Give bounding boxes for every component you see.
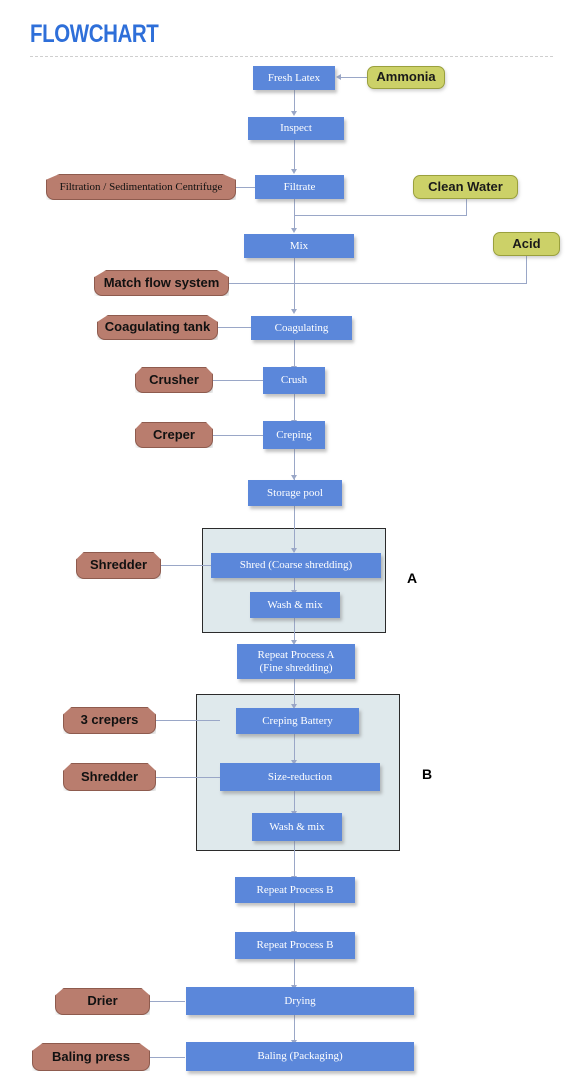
node-size-reduction[interactable]: Size-reduction bbox=[220, 763, 380, 791]
title-divider bbox=[30, 56, 553, 57]
connector-fresh-latex-to-inspect bbox=[294, 90, 295, 112]
node-repeat-process-b-2[interactable]: Repeat Process B bbox=[235, 932, 355, 959]
node-clean-water[interactable]: Clean Water bbox=[413, 175, 518, 199]
connector-drier-to-drying bbox=[150, 1001, 185, 1002]
connector-creping-battery-to-size-reduction bbox=[294, 733, 295, 762]
connector-filtrate-to-mix bbox=[294, 198, 295, 229]
connector-creper-to-creping bbox=[213, 435, 264, 436]
node-creping-battery[interactable]: Creping Battery bbox=[236, 708, 359, 734]
node-creper[interactable]: Creper bbox=[135, 422, 213, 448]
connector-acid-run bbox=[294, 283, 527, 284]
node-baling-packaging[interactable]: Baling (Packaging) bbox=[186, 1042, 414, 1071]
node-baling-press[interactable]: Baling press bbox=[32, 1043, 150, 1071]
node-creping[interactable]: Creping bbox=[263, 421, 325, 449]
arrowhead-ammonia bbox=[336, 74, 341, 80]
connector-shredder-b-to-size-reduction bbox=[156, 777, 220, 778]
node-filtration-sedimentation-centrifuge[interactable]: Filtration / Sedimentation Centrifuge bbox=[46, 174, 236, 200]
node-shred-coarse[interactable]: Shred (Coarse shredding) bbox=[211, 553, 381, 578]
node-crush[interactable]: Crush bbox=[263, 367, 325, 394]
node-drier[interactable]: Drier bbox=[55, 988, 150, 1015]
node-repeat-process-b-1[interactable]: Repeat Process B bbox=[235, 877, 355, 903]
connector-baling-press-to-baling bbox=[150, 1057, 185, 1058]
node-repeat-process-a-line1: Repeat Process A bbox=[257, 648, 335, 661]
node-filtrate[interactable]: Filtrate bbox=[255, 175, 344, 199]
node-drying[interactable]: Drying bbox=[186, 987, 414, 1015]
arrowhead-mix bbox=[291, 228, 297, 233]
connector-wash-b-to-repeat-b1 bbox=[294, 840, 295, 878]
node-crusher[interactable]: Crusher bbox=[135, 367, 213, 393]
connector-repeat-b1-to-repeat-b2 bbox=[294, 902, 295, 932]
connector-size-reduction-to-wash-b bbox=[294, 790, 295, 813]
node-coagulating-tank[interactable]: Coagulating tank bbox=[97, 315, 218, 340]
connector-wash-a-to-repeat-a bbox=[294, 618, 295, 642]
node-storage-pool[interactable]: Storage pool bbox=[248, 480, 342, 506]
arrowhead-filtrate bbox=[291, 169, 297, 174]
connector-acid-drop bbox=[526, 255, 527, 283]
node-shredder-b[interactable]: Shredder bbox=[63, 763, 156, 791]
arrowhead-inspect bbox=[291, 111, 297, 116]
connector-clean-water-run bbox=[294, 215, 467, 216]
node-match-flow-system[interactable]: Match flow system bbox=[94, 270, 229, 296]
flowchart-canvas: FLOWCHART A B Fresh Latex Inspect Filtra… bbox=[0, 0, 583, 1091]
node-repeat-process-a-line2: (Fine shredding) bbox=[259, 661, 333, 674]
node-mix[interactable]: Mix bbox=[244, 234, 354, 258]
connector-inspect-to-filtrate bbox=[294, 139, 295, 170]
node-inspect[interactable]: Inspect bbox=[248, 117, 344, 140]
node-repeat-process-a[interactable]: Repeat Process A (Fine shredding) bbox=[237, 644, 355, 679]
node-ammonia[interactable]: Ammonia bbox=[367, 66, 445, 89]
connector-coagulating-to-crush bbox=[294, 340, 295, 367]
node-acid[interactable]: Acid bbox=[493, 232, 560, 256]
node-wash-and-mix-a[interactable]: Wash & mix bbox=[250, 592, 340, 618]
connector-3crepers-to-creping-battery bbox=[156, 720, 220, 721]
group-label-b: B bbox=[422, 766, 433, 782]
connector-repeat-a-to-creping-battery bbox=[294, 678, 295, 707]
connector-crush-to-creping bbox=[294, 393, 295, 421]
connector-match-flow-to-main bbox=[229, 283, 295, 284]
connector-shredder-a-to-shred bbox=[161, 565, 211, 566]
node-wash-and-mix-b[interactable]: Wash & mix bbox=[252, 813, 342, 841]
connector-drying-to-baling bbox=[294, 1014, 295, 1042]
page-title: FLOWCHART bbox=[30, 20, 159, 48]
connector-coag-tank-to-coagulating bbox=[218, 327, 251, 328]
node-3-crepers[interactable]: 3 crepers bbox=[63, 707, 156, 734]
connector-repeat-b2-to-drying bbox=[294, 958, 295, 987]
node-coagulating[interactable]: Coagulating bbox=[251, 316, 352, 340]
connector-filtration-to-filtrate bbox=[236, 187, 256, 188]
connector-clean-water-drop bbox=[466, 198, 467, 215]
connector-storage-to-shred bbox=[294, 505, 295, 552]
node-shredder-a[interactable]: Shredder bbox=[76, 552, 161, 579]
group-label-a: A bbox=[407, 570, 418, 586]
node-fresh-latex[interactable]: Fresh Latex bbox=[253, 66, 335, 90]
connector-ammonia-to-fresh-latex bbox=[341, 77, 367, 78]
arrowhead-coagulating bbox=[291, 309, 297, 314]
connector-crusher-to-crush bbox=[213, 380, 264, 381]
